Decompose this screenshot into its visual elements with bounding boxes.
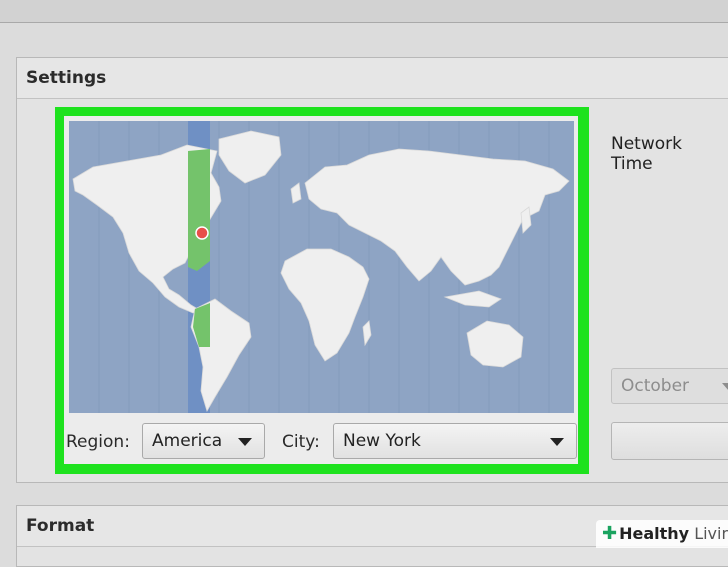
location-marker bbox=[195, 226, 209, 240]
plus-leaf-icon: ✚ bbox=[602, 523, 618, 544]
month-dropdown[interactable]: October bbox=[611, 368, 728, 404]
africa bbox=[280, 248, 370, 362]
region-value: America bbox=[152, 431, 223, 451]
set-time-button[interactable] bbox=[611, 422, 728, 460]
watermark: ✚Healthy Living bbox=[596, 520, 728, 548]
indonesia bbox=[443, 290, 502, 308]
chevron-down-icon bbox=[722, 383, 728, 391]
network-time-label: Network Time bbox=[611, 134, 682, 174]
greenland bbox=[218, 130, 282, 184]
city-value: New York bbox=[343, 431, 421, 451]
timezone-controls: Region: America City: New York bbox=[64, 423, 578, 463]
selected-zone-north bbox=[188, 149, 210, 271]
australia bbox=[466, 320, 524, 368]
city-label: City: bbox=[282, 432, 320, 452]
chevron-down-icon bbox=[550, 438, 564, 446]
timezone-selector: Region: America City: New York bbox=[64, 116, 578, 464]
watermark-brand-bold: Healthy bbox=[619, 524, 690, 543]
madagascar bbox=[362, 320, 372, 347]
region-dropdown[interactable]: America bbox=[142, 423, 265, 459]
settings-header: Settings bbox=[17, 58, 728, 99]
city-dropdown[interactable]: New York bbox=[333, 423, 577, 459]
world-map-graphic bbox=[72, 121, 570, 413]
region-label: Region: bbox=[66, 432, 130, 452]
month-value: October bbox=[621, 376, 690, 396]
watermark-brand-light: Living bbox=[694, 524, 728, 543]
chevron-down-icon bbox=[238, 438, 252, 446]
uk bbox=[290, 182, 302, 204]
timezone-world-map[interactable] bbox=[69, 121, 574, 413]
window-top-bar bbox=[0, 0, 728, 23]
